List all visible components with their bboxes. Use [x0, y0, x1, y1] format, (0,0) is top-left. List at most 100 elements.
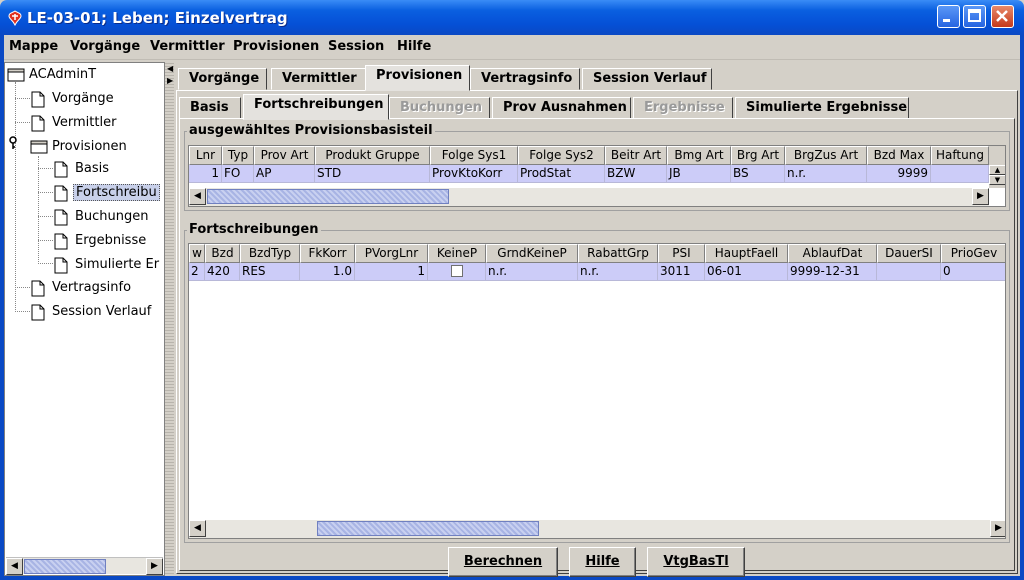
column-header[interactable]: PVorgLnr: [355, 244, 428, 263]
hilfe-button[interactable]: Hilfe: [569, 547, 636, 577]
provisionsbasisteil-group: ausgewähltes Provisionsbasisteil Lnr Typ…: [184, 123, 1010, 211]
berechnen-button[interactable]: Berechnen: [448, 547, 558, 577]
scroll-right-button[interactable]: ▶: [146, 558, 163, 575]
table-cell: 9999-12-31: [788, 263, 877, 281]
vertical-scrollbar[interactable]: ▲ ▼: [989, 146, 1005, 188]
menu-vermittler[interactable]: Vermittler: [150, 39, 225, 54]
scroll-thumb[interactable]: [207, 189, 449, 204]
column-header[interactable]: Bzd: [205, 244, 240, 263]
scroll-left-button[interactable]: ◀: [6, 558, 23, 575]
column-header[interactable]: Beitr Art: [605, 146, 667, 165]
table-cell: STD: [315, 165, 430, 183]
column-header[interactable]: GrndKeineP: [486, 244, 578, 263]
column-header[interactable]: Haftung: [931, 146, 989, 165]
close-icon: [996, 10, 1008, 22]
column-header[interactable]: PrioGev: [941, 244, 1005, 263]
table-cell: n.r.: [785, 165, 867, 183]
window-frame: [1020, 35, 1024, 580]
tree-line: [38, 240, 53, 241]
fortschreibungen-tab-body: ausgewähltes Provisionsbasisteil Lnr Typ…: [179, 118, 1015, 577]
minimize-button[interactable]: [937, 5, 960, 28]
column-header[interactable]: KeineP: [428, 244, 486, 263]
tree-line: [15, 82, 16, 312]
collapse-left-icon[interactable]: ◀: [167, 64, 173, 73]
keinep-checkbox[interactable]: [450, 265, 463, 277]
column-header[interactable]: Typ: [222, 146, 254, 165]
splitter-handle[interactable]: ◀ ▶: [165, 62, 174, 576]
tab-simulierte-ergebnisse[interactable]: Simulierte Ergebnisse: [735, 97, 909, 119]
maximize-button[interactable]: [963, 5, 986, 28]
document-icon: [31, 91, 45, 108]
expand-right-icon[interactable]: ▶: [167, 76, 173, 85]
tree-label: Simulierte Er: [75, 257, 160, 272]
table-cell: 1.0: [300, 263, 355, 281]
tree-label: Vorgänge: [52, 91, 114, 106]
column-header[interactable]: Brg Art: [731, 146, 785, 165]
menu-bar: Mappe Vorgänge Vermittler Provisionen Se…: [4, 35, 1020, 60]
column-header[interactable]: Prov Art: [254, 146, 315, 165]
column-header[interactable]: AblaufDat: [788, 244, 877, 263]
scroll-left-button[interactable]: ◀: [189, 188, 206, 205]
scroll-right-button[interactable]: ▶: [990, 520, 1005, 537]
title-bar: LE-03-01; Leben; Einzelvertrag: [0, 0, 1024, 35]
tree-label: ACAdminT: [29, 67, 97, 82]
column-header[interactable]: DauerSI: [877, 244, 941, 263]
column-header[interactable]: HauptFaell: [705, 244, 788, 263]
table-cell: FO: [222, 165, 254, 183]
scroll-up-button[interactable]: ▲: [989, 165, 1005, 175]
tree-line: [15, 287, 30, 288]
horizontal-scrollbar[interactable]: ◀ ▶: [189, 520, 1005, 538]
table-cell: ProdStat: [518, 165, 605, 183]
tree-expand-handle[interactable]: [8, 135, 18, 155]
tab-basis[interactable]: Basis: [179, 97, 241, 119]
horizontal-scrollbar[interactable]: ◀ ▶: [189, 188, 989, 206]
main-panel: Vorgänge Vermittler Provisionen Vertrags…: [174, 62, 1020, 577]
tree-line: [38, 216, 53, 217]
column-header[interactable]: RabattGrp: [578, 244, 658, 263]
scroll-right-button[interactable]: ▶: [972, 188, 989, 205]
column-header[interactable]: FkKorr: [300, 244, 355, 263]
menu-vorgaenge[interactable]: Vorgänge: [70, 39, 140, 54]
column-header[interactable]: Bzd Max: [867, 146, 931, 165]
column-header[interactable]: w: [189, 244, 205, 263]
tab-session-verlauf[interactable]: Session Verlauf: [582, 68, 712, 90]
column-header[interactable]: BrgZus Art: [785, 146, 867, 165]
column-header[interactable]: Lnr: [189, 146, 222, 165]
menu-provisionen[interactable]: Provisionen: [233, 39, 319, 54]
tab-vertragsinfo[interactable]: Vertragsinfo: [470, 68, 580, 90]
table-cell: 3011: [658, 263, 705, 281]
tab-vermittler[interactable]: Vermittler: [271, 68, 367, 90]
table-cell: [877, 263, 941, 281]
close-button[interactable]: [991, 5, 1014, 28]
menu-session[interactable]: Session: [328, 39, 384, 54]
tree-line: [38, 263, 53, 264]
main-tab-strip: Vorgänge Vermittler Provisionen Vertrags…: [178, 64, 1018, 91]
tab-vorgaenge[interactable]: Vorgänge: [178, 68, 267, 90]
menu-mappe[interactable]: Mappe: [9, 39, 58, 54]
column-header[interactable]: Produkt Gruppe: [315, 146, 430, 165]
column-header[interactable]: PSI: [658, 244, 705, 263]
tab-prov-ausnahmen[interactable]: Prov Ausnahmen: [492, 97, 631, 119]
table-cell: 2: [189, 263, 205, 281]
tree-horizontal-scrollbar[interactable]: ◀ ▶: [6, 557, 163, 575]
scroll-down-button[interactable]: ▼: [989, 175, 1005, 185]
folder-icon: [7, 68, 25, 82]
tree-label: Vertragsinfo: [52, 280, 132, 295]
tab-provisionen[interactable]: Provisionen: [365, 65, 470, 91]
scroll-thumb[interactable]: [317, 521, 539, 536]
tree-line: [15, 311, 30, 312]
table-cell: BZW: [605, 165, 667, 183]
column-header[interactable]: BzdTyp: [240, 244, 300, 263]
menu-hilfe[interactable]: Hilfe: [397, 39, 431, 54]
column-header[interactable]: Folge Sys2: [518, 146, 605, 165]
tab-fortschreibungen[interactable]: Fortschreibungen: [243, 94, 389, 120]
vtgbastl-button[interactable]: VtgBasTl: [647, 547, 745, 577]
column-header[interactable]: Bmg Art: [667, 146, 731, 165]
table-cell: 06-01: [705, 263, 788, 281]
column-header[interactable]: Folge Sys1: [430, 146, 518, 165]
tree-label: Fortschreibu: [73, 184, 160, 201]
scroll-left-button[interactable]: ◀: [189, 520, 206, 537]
fortschreibungen-table: w Bzd BzdTyp FkKorr PVorgLnr KeineP Grnd…: [188, 243, 1006, 539]
scroll-thumb[interactable]: [24, 559, 106, 574]
app-icon: [8, 10, 22, 26]
